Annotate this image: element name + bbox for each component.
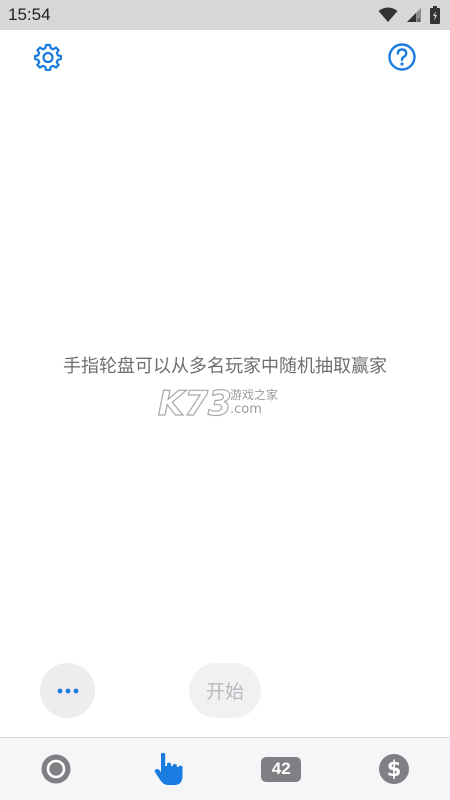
more-dots-icon bbox=[57, 688, 78, 693]
tab-wheel[interactable] bbox=[0, 738, 113, 800]
pointing-finger-icon bbox=[154, 752, 183, 785]
tab-dollar[interactable]: $ bbox=[338, 738, 450, 800]
watermark-logo: K73 游戏之家 .com bbox=[158, 383, 278, 422]
status-icons: x bbox=[378, 6, 440, 24]
status-bar: 15:54 x bbox=[0, 0, 450, 30]
battery-icon bbox=[430, 6, 440, 24]
dollar-icon: $ bbox=[378, 754, 409, 784]
settings-button[interactable] bbox=[33, 42, 63, 72]
help-button[interactable] bbox=[387, 42, 417, 72]
tab-finger[interactable] bbox=[113, 738, 226, 800]
tab-count[interactable]: 42 bbox=[225, 738, 338, 800]
instruction-text: 手指轮盘可以从多名玩家中随机抽取赢家 bbox=[63, 356, 387, 377]
status-time: 15:54 bbox=[8, 5, 51, 24]
watermark-domain: .com bbox=[230, 402, 262, 417]
watermark-site-text: 游戏之家 bbox=[230, 387, 278, 402]
more-button[interactable] bbox=[40, 663, 95, 718]
help-icon bbox=[388, 43, 416, 71]
circle-ring-icon bbox=[41, 754, 71, 784]
tab-bar: 42 $ bbox=[0, 737, 450, 800]
gear-icon bbox=[34, 43, 62, 71]
svg-text:$: $ bbox=[386, 757, 401, 781]
number-badge: 42 bbox=[261, 756, 302, 782]
svg-text:x: x bbox=[417, 17, 421, 23]
cellular-signal-icon: x bbox=[407, 8, 421, 23]
start-button[interactable]: 开始 bbox=[189, 663, 261, 718]
wifi-icon bbox=[378, 7, 398, 22]
watermark-brand: K73 bbox=[158, 384, 232, 422]
